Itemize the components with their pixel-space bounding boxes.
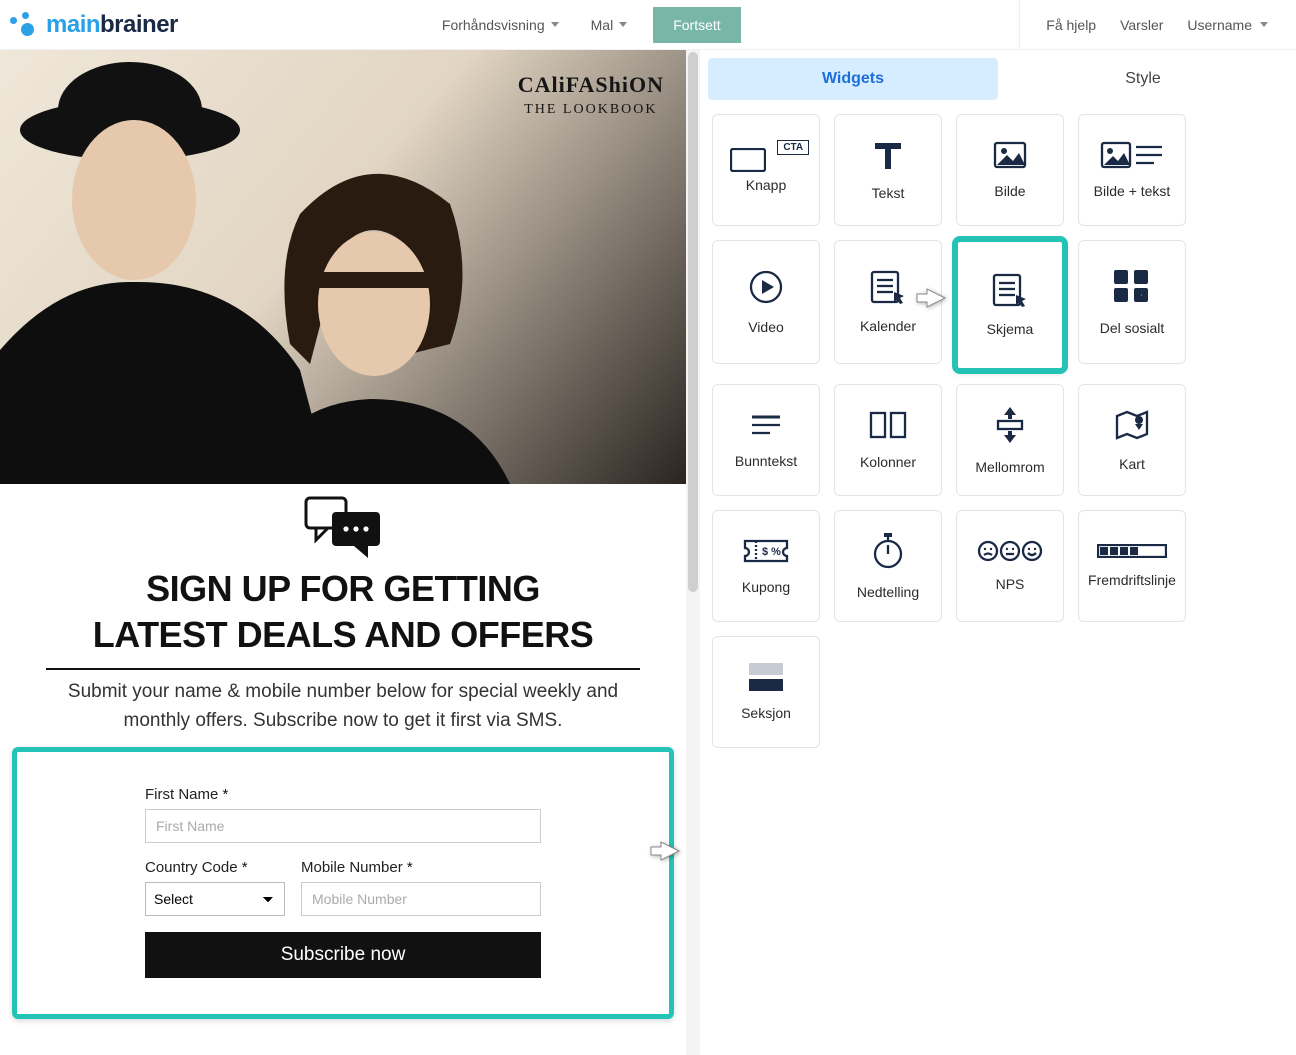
text-icon — [871, 139, 905, 171]
widget-mellomrom[interactable]: Mellomrom — [956, 384, 1064, 496]
widget-skjema[interactable]: Skjema — [956, 240, 1064, 370]
topbar-right: Få hjelp Varsler Username — [1019, 0, 1268, 49]
widget-kolonner[interactable]: Kolonner — [834, 384, 942, 496]
play-icon — [748, 269, 784, 305]
country-code-select[interactable]: Select — [145, 882, 285, 916]
cta-icon: CTA — [730, 148, 802, 177]
signup-section: SIGN UP FOR GETTING LATEST DEALS AND OFF… — [0, 484, 686, 735]
svg-text:in: in — [1116, 291, 1125, 302]
template-dropdown[interactable]: Mal — [577, 3, 642, 47]
preview-dropdown[interactable]: Forhåndsvisning — [428, 3, 573, 47]
image-icon — [993, 141, 1027, 169]
svg-text:◎: ◎ — [1137, 273, 1146, 284]
divider — [46, 668, 640, 670]
columns-icon — [868, 410, 908, 440]
canvas-scrollbar[interactable] — [686, 50, 700, 1055]
widget-seksjon[interactable]: Seksjon — [712, 636, 820, 748]
country-code-label: Country Code — [145, 859, 285, 876]
widget-knapp[interactable]: CTA Knapp — [712, 114, 820, 226]
widget-kart[interactable]: Kart — [1078, 384, 1186, 496]
widget-kupong[interactable]: $ % Kupong — [712, 510, 820, 622]
coupon-icon: $ % — [742, 537, 790, 565]
preview-canvas: CAliFAShiON THE LOOKBOOK — [0, 50, 686, 1019]
map-icon — [1113, 408, 1151, 442]
widget-nps[interactable]: NPS — [956, 510, 1064, 622]
footer-icon — [748, 411, 784, 439]
alerts-link[interactable]: Varsler — [1120, 17, 1163, 33]
widget-bilde[interactable]: Bilde — [956, 114, 1064, 226]
drag-arrow-icon — [915, 287, 947, 309]
widget-bunntekst[interactable]: Bunntekst — [712, 384, 820, 496]
svg-text:$ %: $ % — [762, 546, 781, 558]
chevron-down-icon — [1260, 22, 1268, 27]
tab-style[interactable]: Style — [998, 58, 1288, 100]
widget-bilde-tekst[interactable]: Bilde + tekst — [1078, 114, 1186, 226]
brand-logo[interactable]: mainbrainer — [10, 11, 178, 39]
hero-figure-2 — [250, 154, 510, 484]
emoji-icon — [977, 540, 1043, 562]
topbar-center: Forhåndsvisning Mal Fortsett — [428, 3, 741, 47]
right-panel: Widgets Style CTA Knapp Tekst — [700, 50, 1296, 748]
logo-text: mainbrainer — [46, 11, 178, 39]
tab-widgets[interactable]: Widgets — [708, 58, 998, 100]
widget-nedtelling[interactable]: Nedtelling — [834, 510, 942, 622]
svg-text:✦: ✦ — [1137, 290, 1146, 302]
hero-overlay-text: CAliFAShiON THE LOOKBOOK — [518, 72, 664, 118]
widget-del-sosialt[interactable]: f ◎ in ✦ Del sosialt — [1078, 240, 1186, 364]
subscribe-button[interactable]: Subscribe now — [145, 932, 541, 978]
chevron-down-icon — [551, 22, 559, 27]
logo-mark — [10, 12, 38, 38]
stopwatch-icon — [872, 532, 904, 570]
widget-fremdriftslinje[interactable]: Fremdriftslinje — [1078, 510, 1186, 622]
signup-subtitle: Submit your name & mobile number below f… — [46, 678, 640, 735]
chevron-down-icon — [619, 22, 627, 27]
chat-icon — [300, 494, 386, 562]
image-text-icon — [1100, 141, 1164, 169]
section-icon — [749, 663, 783, 691]
scroll-thumb[interactable] — [688, 52, 698, 592]
continue-button[interactable]: Fortsett — [653, 7, 740, 43]
user-dropdown[interactable]: Username — [1187, 17, 1268, 33]
main-layout: CAliFAShiON THE LOOKBOOK — [0, 50, 1296, 1055]
spacer-icon — [992, 405, 1028, 445]
panel-tabs: Widgets Style — [708, 58, 1288, 100]
topbar: mainbrainer Forhåndsvisning Mal Fortsett… — [0, 0, 1296, 50]
help-link[interactable]: Få hjelp — [1046, 17, 1096, 33]
form-icon — [992, 273, 1028, 307]
widget-tekst[interactable]: Tekst — [834, 114, 942, 226]
widget-grid: CTA Knapp Tekst Bilde — [712, 114, 1288, 748]
widget-video[interactable]: Video — [712, 240, 820, 364]
drag-arrow-icon — [649, 840, 681, 862]
calendar-icon — [870, 270, 906, 304]
form-widget-drop-target[interactable]: First Name Country Code Select Mobile Nu… — [12, 747, 674, 1019]
mobile-number-label: Mobile Number — [301, 859, 541, 876]
signup-title: SIGN UP FOR GETTING LATEST DEALS AND OFF… — [24, 566, 662, 658]
first-name-input[interactable] — [145, 809, 541, 843]
progress-icon — [1097, 544, 1167, 558]
svg-text:f: f — [1118, 272, 1122, 284]
mobile-number-input[interactable] — [301, 882, 541, 916]
social-icon: f ◎ in ✦ — [1110, 268, 1154, 306]
first-name-label: First Name — [145, 786, 541, 803]
hero-image[interactable]: CAliFAShiON THE LOOKBOOK — [0, 50, 686, 484]
